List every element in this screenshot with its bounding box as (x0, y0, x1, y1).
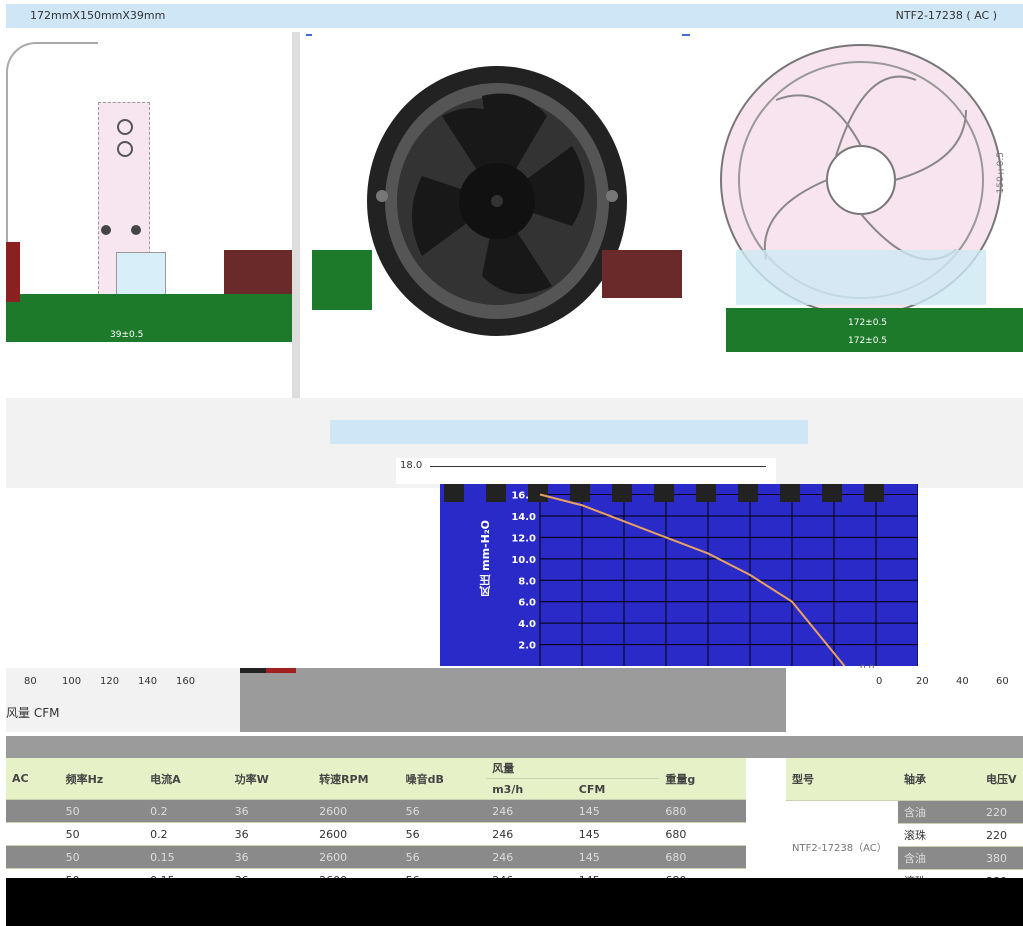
screw-hole-icon (117, 119, 133, 135)
x-tick-label: 140 (138, 676, 158, 687)
x-tick-label: 0 (876, 676, 883, 687)
grid-block (780, 484, 800, 502)
y-tick-label: 8.0 (518, 576, 536, 587)
x-axis-left-panel: 80 100 120 140 160 风量 CFM (6, 668, 240, 732)
dark-band (602, 250, 682, 298)
x-tick-label: 60 (996, 676, 1009, 687)
col-noise: 噪音dB (399, 758, 487, 800)
green-band (6, 294, 296, 342)
grid-block (486, 484, 506, 502)
side-view-panel: 39±0.5 (6, 32, 306, 398)
col-flow-m3h: m3/h (486, 778, 573, 800)
y-tick-label: 4.0 (518, 619, 536, 630)
table-row: 50 0.2 36 2600 56 246 145 680 (6, 822, 746, 846)
col-voltage: 电压V (980, 758, 1023, 801)
model-header-row: 型号 轴承 电压V (786, 758, 1023, 801)
legend-swatch-red (266, 668, 296, 673)
grid-block (738, 484, 758, 502)
model-table: 型号 轴承 电压V NTF2-17238（AC） 含油 220 滚珠 220 含… (786, 758, 1023, 893)
x-tick-label: 160 (176, 676, 196, 687)
x-tick-label: 100 (62, 676, 82, 687)
chart-area: 2.0 4.0 6.0 8.0 10.0 12.0 14.0 16.0 (440, 484, 919, 667)
chart-title-bar (330, 420, 808, 444)
dark-band (224, 250, 296, 294)
table-row: 500.1536260056246145680 (6, 845, 746, 869)
x-ticks-right: 0 20 40 60 (876, 676, 1023, 690)
y-tick-label: 10.0 (511, 555, 536, 566)
side-dim-label: 39±0.5 (110, 330, 144, 340)
col-flow-cfm: CFM (572, 778, 660, 800)
col-rpm: 转速RPM (313, 758, 400, 800)
grid-block (654, 484, 674, 502)
fan-photo (367, 66, 627, 336)
col-model: 型号 (786, 758, 898, 801)
col-freq: 频率Hz (59, 758, 145, 800)
height-dim-label: 150±0.5 (996, 152, 1006, 194)
green-band (312, 250, 372, 310)
grid-block (570, 484, 590, 502)
col-flow: 风量 (486, 758, 660, 779)
screw-hole-icon (117, 141, 133, 157)
col-weight: 重量g (659, 758, 746, 800)
x-tick-label: 40 (956, 676, 969, 687)
model-label: NTF2-17238 ( AC ) (895, 9, 997, 22)
col-current: 电流A (144, 758, 229, 800)
y-tick-label: 14.0 (511, 512, 536, 523)
col-ac: AC (6, 758, 60, 800)
red-band (6, 242, 20, 302)
screw-hole-icon (131, 225, 141, 235)
y-tick-label: 2.0 (518, 641, 536, 652)
chart-top-rule (430, 466, 766, 485)
legend-swatch-dark (240, 668, 266, 673)
x-axis-right-panel: 0 20 40 60 (786, 668, 1023, 732)
y-axis-label: 风压 mm-H₂O (479, 520, 492, 597)
spec-table: AC 频率Hz 电流A 功率W 转速RPM 噪音dB 风量 重量g m3/h C… (6, 758, 746, 892)
grid-block (612, 484, 632, 502)
spec-header-row: AC 频率Hz 电流A 功率W 转速RPM 噪音dB 风量 重量g (6, 758, 746, 800)
screw-hole-icon (101, 225, 111, 235)
front-dim-2-label: 172±0.5 (848, 336, 888, 346)
grid-block (528, 484, 548, 502)
table-row: 50 0.2 36 2600 56 246 145 680 (6, 799, 746, 823)
pressure-flow-chart: 2.04.06.08.010.012.014.016.0 (444, 484, 919, 667)
table-top-strip (6, 736, 1023, 758)
y-top-label: 18.0 (400, 460, 423, 471)
x-tick-label: 20 (916, 676, 929, 687)
col-power: 功率W (228, 758, 314, 800)
table-row: NTF2-17238（AC） 含油 220 (786, 800, 1023, 893)
divider (292, 32, 300, 398)
x-tick-label: 120 (100, 676, 120, 687)
front-drawing-panel: 172±0.5 172±0.5 150±0.5 (690, 32, 1023, 398)
footer-bar (6, 878, 1023, 926)
y-tick-label: 6.0 (518, 598, 536, 609)
x-ticks-left: 80 100 120 140 160 (24, 676, 244, 690)
grid-block (822, 484, 842, 502)
grid-block (444, 484, 464, 502)
grid-block (696, 484, 716, 502)
grey-block (240, 668, 786, 732)
col-bearing: 轴承 (898, 758, 980, 801)
x-axis-label: 风量 CFM (6, 706, 60, 720)
header-bar: 172mmX150mmX39mm NTF2-17238 ( AC ) (6, 4, 1023, 28)
y-tick-label: 12.0 (511, 533, 536, 544)
fan-photo-panel (312, 32, 682, 398)
front-drawing (720, 44, 1002, 316)
x-tick-label: 80 (24, 676, 37, 687)
dimensions-label: 172mmX150mmX39mm (30, 9, 166, 22)
front-dim-1-label: 172±0.5 (848, 318, 888, 328)
grid-block (864, 484, 884, 502)
